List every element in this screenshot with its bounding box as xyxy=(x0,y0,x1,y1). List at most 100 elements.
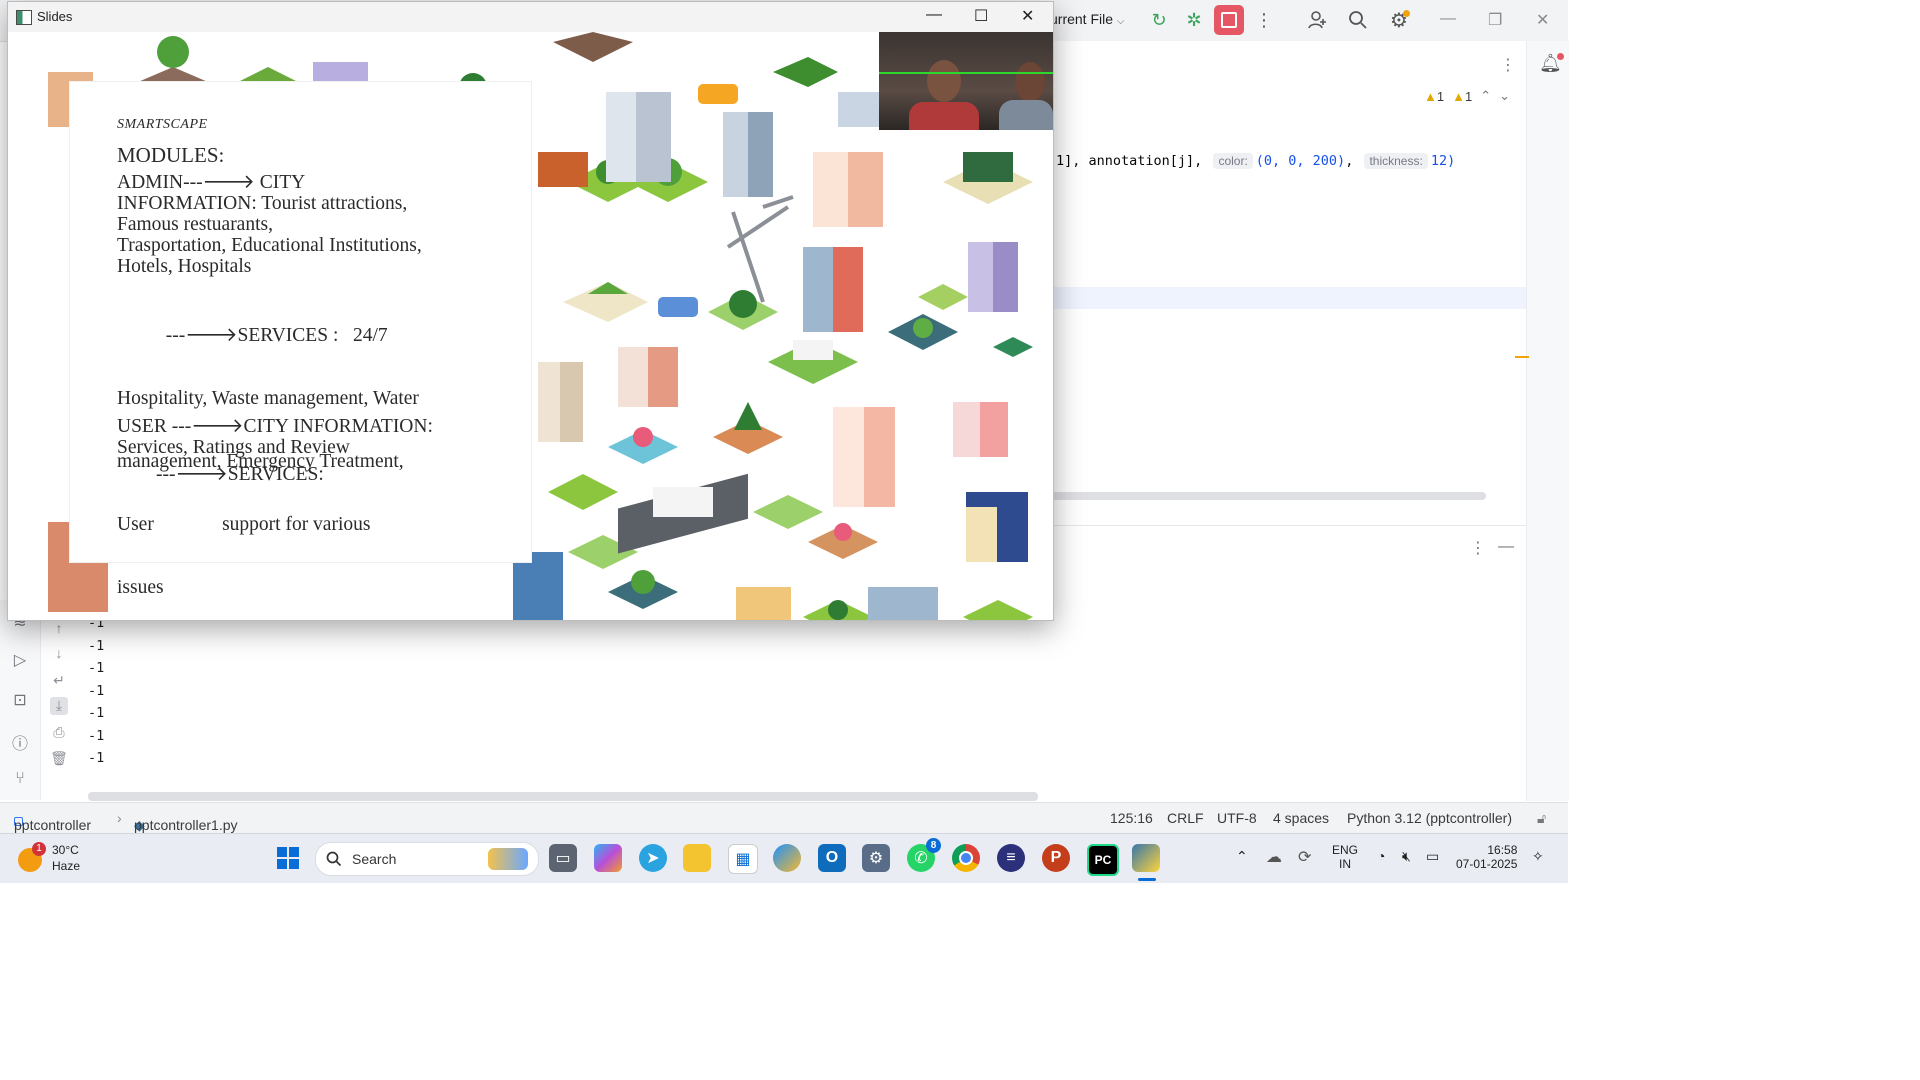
pycharm-icon[interactable]: PC xyxy=(1087,844,1119,876)
clock-time: 16:58 xyxy=(1487,843,1518,857)
copilot-icon[interactable] xyxy=(594,844,622,872)
git-branch-icon[interactable]: ⑂ xyxy=(10,770,30,790)
slide-canvas[interactable]: SMARTSCAPE MODULES: ADMIN---🡒 CITY INFOR… xyxy=(8,32,1053,620)
minimize-icon[interactable]: — xyxy=(926,6,942,24)
soft-wrap-icon[interactable]: ↵ xyxy=(50,672,68,690)
windows-taskbar: 1 30°C Haze Search ▭ ➤ ▦ O ⚙ ✆ 8 ≡ P PC … xyxy=(0,833,1568,883)
tool-window-options-icon[interactable]: ⋮ xyxy=(1470,538,1486,558)
rerun-icon[interactable]: ↻ xyxy=(1146,8,1172,32)
ide-restore-icon[interactable]: ❐ xyxy=(1488,10,1502,30)
print-icon[interactable]: ⎙ xyxy=(50,724,68,742)
settings-app-icon[interactable]: ⚙ xyxy=(862,844,890,872)
console-line: -1 xyxy=(88,750,105,766)
sync-icon[interactable]: ⟳ xyxy=(1298,847,1311,867)
person-body xyxy=(909,102,979,130)
warning-marker[interactable] xyxy=(1515,356,1529,358)
status-bar: pptcontroller › ◆ pptcontroller1.py 125:… xyxy=(0,802,1568,834)
problems-icon[interactable]: ⓘ xyxy=(10,730,30,753)
clock[interactable]: 16:58 07-01-2025 xyxy=(1456,843,1517,871)
taskbar-search[interactable]: Search xyxy=(315,842,539,876)
console-line: -1 xyxy=(88,660,105,676)
onedrive-cloud-icon[interactable]: ☁ xyxy=(1266,847,1282,867)
admin-line: Hotels, Hospitals xyxy=(117,256,252,277)
search-icon[interactable] xyxy=(1345,8,1371,32)
ide-close-icon[interactable]: ✕ xyxy=(1536,10,1549,30)
services-line: issues xyxy=(117,577,164,598)
admin-line: INFORMATION: Tourist attractions, xyxy=(117,193,408,214)
settings-gear-icon[interactable]: ⚙ xyxy=(1386,8,1412,32)
notification-center-icon[interactable]: ✧ xyxy=(1532,848,1544,865)
editor-horizontal-scrollbar[interactable] xyxy=(1050,492,1486,500)
run-icon[interactable]: ▷ xyxy=(10,650,30,670)
user-line: USER ---🡒CITY INFORMATION: xyxy=(117,416,433,437)
person-body xyxy=(999,100,1053,130)
ide-minimize-icon[interactable]: — xyxy=(1440,10,1456,28)
chrome-icon[interactable] xyxy=(952,844,980,872)
python-app-icon[interactable] xyxy=(1132,844,1160,872)
weak-warning-count: 1 xyxy=(1464,88,1473,104)
chevron-down-icon[interactable]: ⌄ xyxy=(1499,88,1510,104)
breadcrumb-chevron-icon: › xyxy=(117,810,122,826)
more-options-icon[interactable]: ⋮ xyxy=(1251,8,1277,32)
powerpoint-icon[interactable]: P xyxy=(1042,844,1070,872)
clear-trash-icon[interactable]: 🗑︎ xyxy=(50,750,68,768)
project-name: pptcontroller xyxy=(14,817,92,833)
warning-count: 1 xyxy=(1436,88,1445,104)
stop-button[interactable] xyxy=(1214,5,1244,35)
show-hidden-icons-chevron[interactable]: ⌃ xyxy=(1236,848,1248,865)
battery-icon[interactable]: ▭ xyxy=(1426,848,1439,865)
lock-icon[interactable]: 🔓︎ xyxy=(1537,810,1546,827)
slides-titlebar[interactable]: Slides — ☐ ✕ xyxy=(8,2,1053,32)
user-services-line: ---🡒SERVICES: xyxy=(117,464,324,485)
microsoft-store-icon[interactable]: ▦ xyxy=(728,844,758,874)
close-icon[interactable]: ✕ xyxy=(1021,6,1034,26)
code-text: 1], annotation[j], xyxy=(1056,153,1211,169)
run-config-selector[interactable]: urrent File ⌵ xyxy=(1050,11,1125,27)
scroll-up-icon[interactable]: ↑ xyxy=(50,620,68,638)
code-value: 12) xyxy=(1430,153,1456,169)
whatsapp-icon[interactable]: ✆ 8 xyxy=(907,838,941,872)
chevron-down-icon: ⌵ xyxy=(1116,16,1125,27)
language-indicator[interactable]: ENG IN xyxy=(1332,843,1358,871)
python-interpreter[interactable]: Python 3.12 (pptcontroller) xyxy=(1347,810,1512,826)
indent-setting[interactable]: 4 spaces xyxy=(1273,810,1329,826)
maximize-icon[interactable]: ☐ xyxy=(974,6,988,26)
console-horizontal-scrollbar[interactable] xyxy=(88,792,1038,801)
file-explorer-icon[interactable] xyxy=(683,844,711,872)
line-separator[interactable]: CRLF xyxy=(1167,810,1204,826)
clock-date: 07-01-2025 xyxy=(1456,857,1518,871)
scroll-to-end-icon[interactable]: ⤓ xyxy=(50,697,68,715)
file-encoding[interactable]: UTF-8 xyxy=(1217,810,1257,826)
console-line: -1 xyxy=(88,727,105,744)
search-placeholder: Search xyxy=(352,851,397,867)
tool-window-hide-icon[interactable]: — xyxy=(1498,538,1514,556)
weather-temperature: 30°C xyxy=(52,843,79,857)
caret-position[interactable]: 125:16 xyxy=(1110,810,1153,826)
inspection-widget[interactable]: ▲1 ▲1 ⌃ ⌄ xyxy=(1424,88,1510,104)
person-face xyxy=(1015,62,1045,102)
webcam-preview xyxy=(879,32,1053,130)
start-button[interactable] xyxy=(274,844,302,872)
eclipse-icon[interactable]: ≡ xyxy=(997,844,1025,872)
active-app-indicator xyxy=(1138,878,1156,881)
user-section: USER ---🡒CITY INFORMATION: Services, Rat… xyxy=(117,416,433,458)
task-view-icon[interactable]: ▭ xyxy=(549,844,577,872)
debug-icon[interactable]: ✲ xyxy=(1181,8,1207,32)
terminal-icon[interactable]: ⊡ xyxy=(10,690,30,710)
console-output[interactable]: -1 -1 -1 -1 -1 -1 -1 xyxy=(88,612,104,770)
scroll-down-icon[interactable]: ↓ xyxy=(50,645,68,663)
add-user-icon[interactable] xyxy=(1305,8,1331,32)
wifi-icon[interactable]: ◔ xyxy=(1377,848,1385,864)
telegram-icon[interactable]: ➤ xyxy=(639,844,667,872)
caret-line-highlight xyxy=(1050,287,1526,309)
run-config-label: urrent File xyxy=(1050,11,1114,27)
edge-browser-icon[interactable] xyxy=(773,844,801,872)
outlook-icon[interactable]: O xyxy=(818,844,846,872)
notifications-bell-icon[interactable]: 🔔︎ xyxy=(1539,53,1564,74)
chevron-up-icon[interactable]: ⌃ xyxy=(1480,88,1491,104)
person-face xyxy=(927,60,961,102)
editor-options-icon[interactable]: ⋮ xyxy=(1500,55,1516,75)
volume-muted-icon[interactable]: 🔇︎ xyxy=(1402,848,1411,865)
code-editor[interactable]: ⋮ 1], annotation[j], color: (0, 0, 200), … xyxy=(1050,41,1526,501)
stop-icon xyxy=(1221,12,1237,28)
